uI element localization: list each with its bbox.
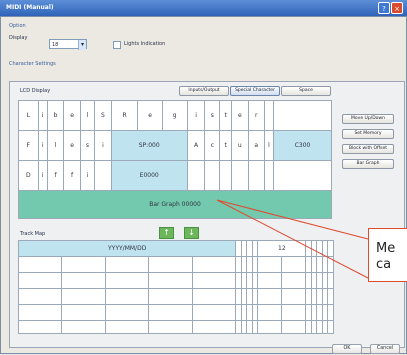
- callout-text: Me ca: [376, 241, 396, 272]
- title-bar: MIDI (Manual) ? ×: [0, 0, 407, 16]
- dialog-frame: Option Display 18 ▾ Lights Indication Ch…: [0, 16, 407, 354]
- close-icon[interactable]: ×: [391, 2, 403, 14]
- callout-pointer-bottom: [216, 199, 369, 279]
- window-title: MIDI (Manual): [6, 4, 54, 11]
- callout-box: Me ca: [368, 228, 407, 282]
- callout-line: [216, 199, 369, 279]
- cancel-button[interactable]: Cancel: [370, 344, 400, 354]
- help-icon[interactable]: ?: [378, 2, 390, 14]
- callout-pointer-top: [216, 199, 369, 240]
- ok-button[interactable]: OK: [332, 344, 362, 354]
